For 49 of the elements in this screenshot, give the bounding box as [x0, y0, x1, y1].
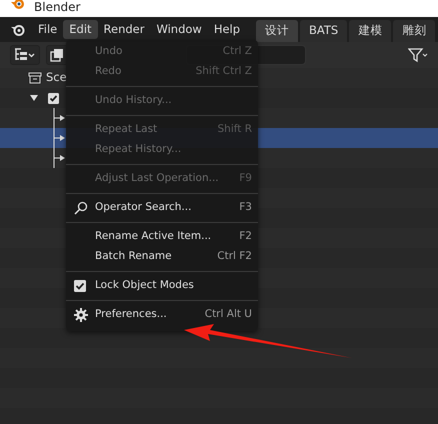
- workspace-tab[interactable]: 雕刻: [393, 20, 436, 42]
- settings-icon: [74, 308, 88, 322]
- layers-icon: [50, 48, 66, 62]
- menu-item[interactable]: Edit: [63, 20, 98, 40]
- menu-item[interactable]: Rename Active Item... F2: [66, 227, 258, 247]
- menu-label: Rename Active Item...: [95, 229, 212, 244]
- tree-connector-icon: [53, 108, 67, 128]
- shortcut-label: Ctrl F2: [217, 249, 252, 264]
- menu-item[interactable]: File: [32, 20, 64, 40]
- menu-item[interactable]: Help: [208, 20, 246, 40]
- shortcut-label: Ctrl Alt U: [204, 307, 252, 322]
- menu-label: Operator Search...: [95, 200, 192, 216]
- workspace-tab[interactable]: 建模: [349, 20, 392, 42]
- search-icon: [74, 201, 88, 215]
- menu-item[interactable]: Window: [150, 20, 208, 40]
- menu-label: Repeat History...: [95, 142, 182, 158]
- blender-logo-icon[interactable]: [10, 22, 26, 36]
- shortcut-label: Shift Ctrl Z: [196, 64, 252, 80]
- shortcut-label: Shift R: [218, 122, 252, 138]
- tree-connector-icon: [53, 128, 67, 148]
- menu-label: Undo History...: [95, 93, 172, 108]
- menu-item[interactable]: Preferences... Ctrl Alt U: [66, 305, 258, 325]
- menu-label: Redo: [95, 64, 122, 80]
- scene-label: Sce: [46, 69, 67, 86]
- checkbox[interactable]: [74, 280, 86, 292]
- workspace-tab[interactable]: BATS: [300, 20, 348, 42]
- window-title: Blender: [34, 0, 80, 14]
- expand-arrow-icon[interactable]: [30, 94, 38, 102]
- menu-item[interactable]: Operator Search... F3: [66, 198, 258, 218]
- shortcut-label: Ctrl Z: [222, 44, 252, 60]
- workspace-tab[interactable]: 设计: [256, 20, 298, 42]
- shortcut-label: F2: [239, 229, 252, 244]
- menu-label: Preferences...: [95, 307, 167, 322]
- menu-label: Lock Object Modes: [95, 278, 194, 294]
- menu-label: Undo: [95, 44, 122, 60]
- menu-item[interactable]: Batch Rename Ctrl F2: [66, 247, 258, 267]
- menu-item[interactable]: Lock Object Modes: [66, 276, 258, 296]
- collection-icon: [28, 72, 42, 84]
- outliner-list-icon: [14, 48, 36, 62]
- filter-icon[interactable]: [408, 47, 428, 63]
- display-mode-button[interactable]: [10, 45, 40, 65]
- shortcut-label: F9: [239, 171, 252, 186]
- checkbox[interactable]: [48, 92, 59, 104]
- menu-label: Batch Rename: [95, 249, 172, 264]
- tree-connector-icon: [53, 148, 67, 168]
- menu-label: Repeat Last: [95, 122, 158, 138]
- shortcut-label: F3: [239, 200, 252, 216]
- menu-item[interactable]: Render: [98, 20, 150, 40]
- menu-label: Adjust Last Operation...: [95, 171, 219, 186]
